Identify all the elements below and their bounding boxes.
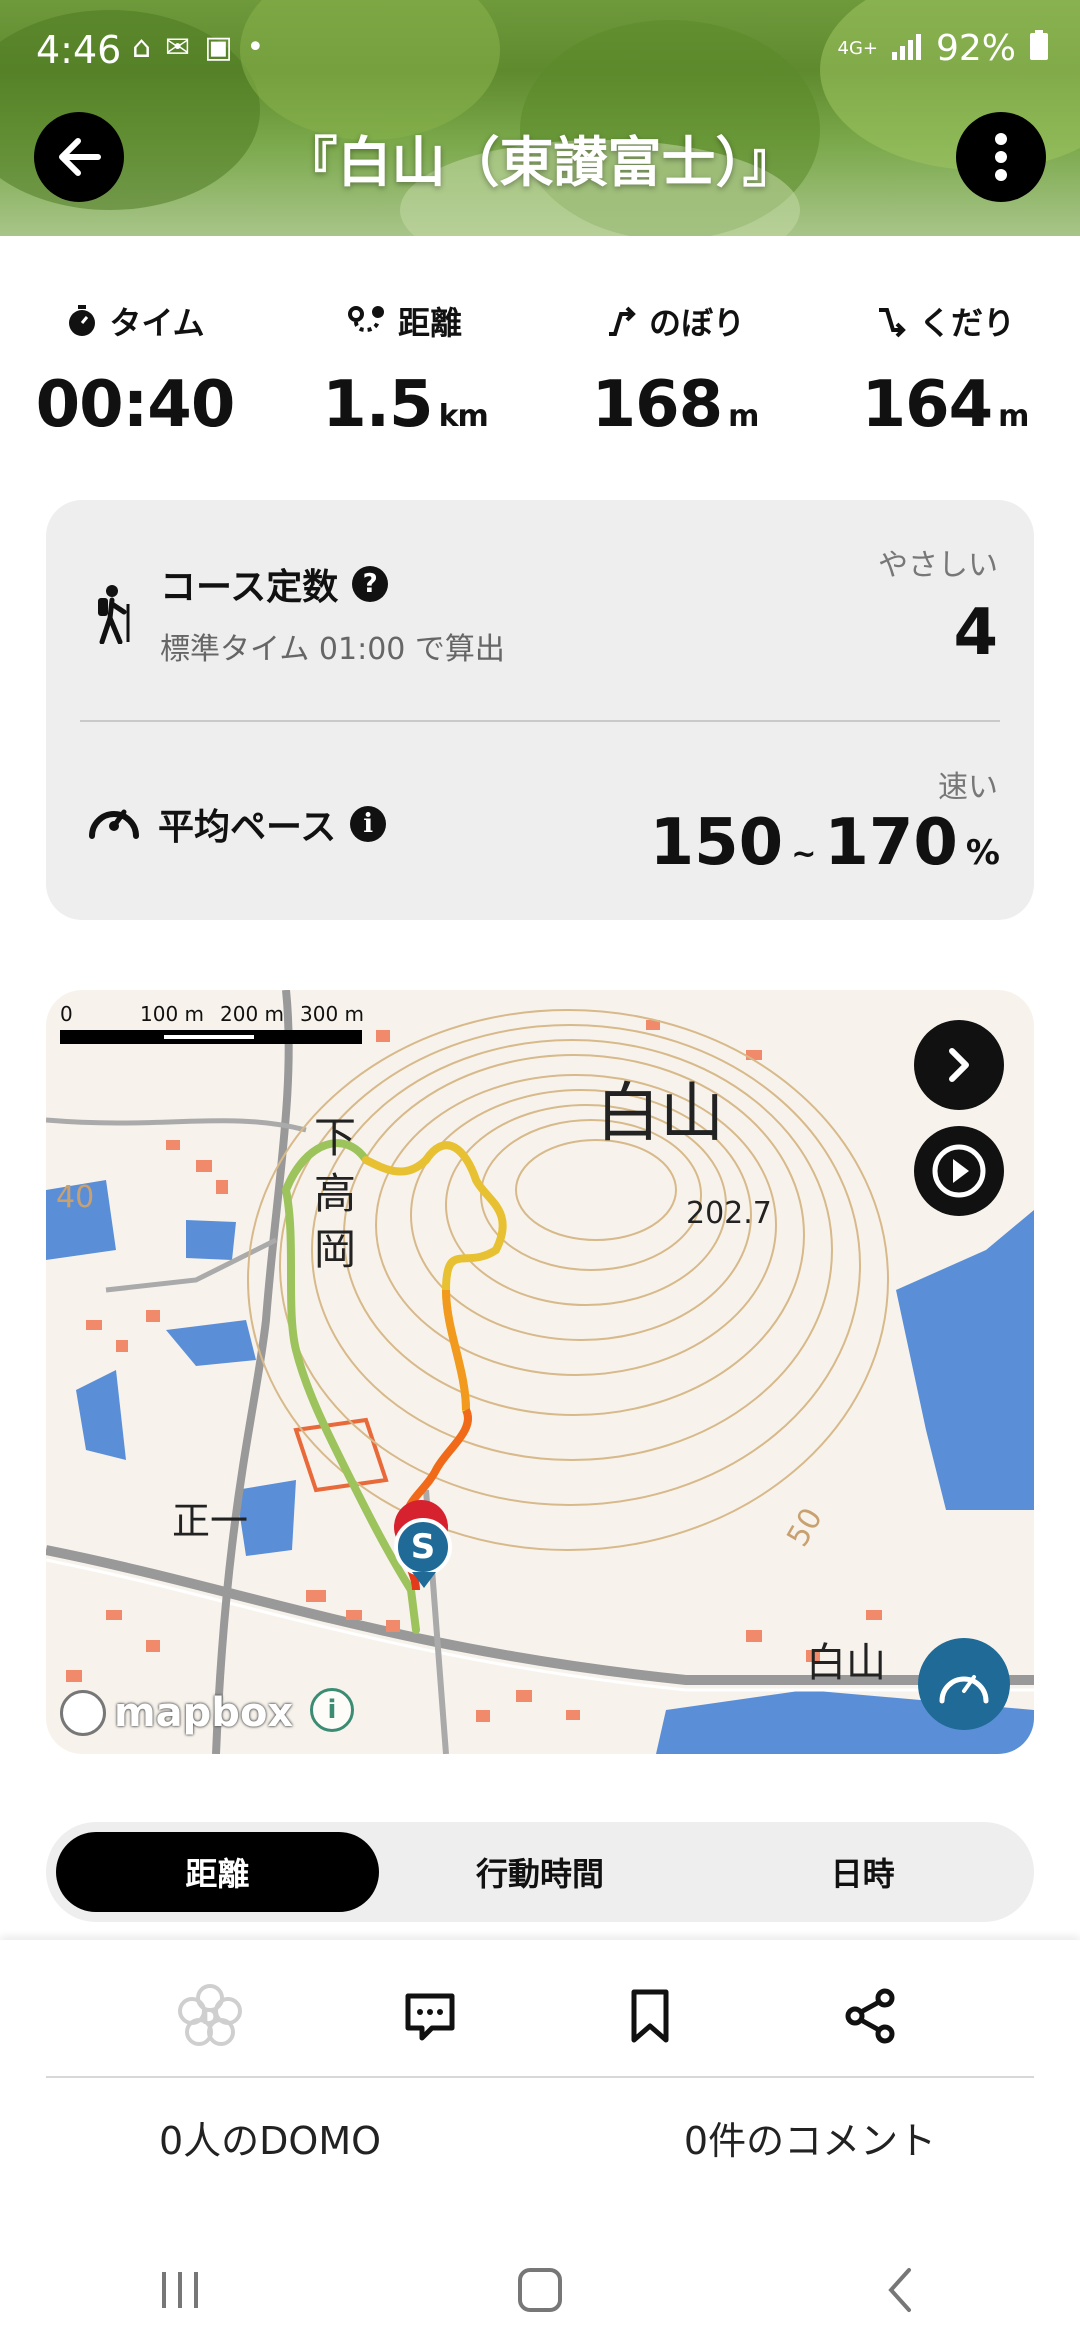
map-label-peak: 白山 [596,1077,724,1151]
dot-icon: • [246,30,265,65]
map-attribution-info-icon[interactable]: i [310,1688,354,1732]
more-vertical-icon [995,133,1007,181]
tab-moving-time[interactable]: 行動時間 [379,1832,702,1912]
map-label-village-2: 正一 [172,1499,249,1543]
system-back-button[interactable] [840,2250,960,2330]
stat-distance: 距離 1.5 km [322,304,489,442]
signal-icon [891,28,922,69]
descent-icon [878,308,906,338]
map-label-contour-40: 40 [56,1180,95,1215]
course-constant-title: コース定数 [160,567,339,608]
next-button[interactable] [914,1020,1004,1110]
difficulty-label: やさしい [878,548,998,583]
status-bar: 4:46 ⌂ ✉ ▣ • 4G+ 92% [0,0,1080,104]
system-nav-bar [0,2240,1080,2340]
bookmark-icon [631,1989,669,2043]
map-label-elevation: 202.7 [686,1196,772,1231]
share-icon [845,1988,895,2044]
stopwatch-icon [69,305,96,336]
activity-stats: タイム 00:40 距離 1.5 km のぼり 168 m くだり 164 m [0,296,1080,442]
network-type: 4G+ [837,37,878,59]
scale-bar [60,1030,362,1044]
stat-distance-value: 1.5 [322,368,433,442]
play-replay-button[interactable] [914,1126,1004,1216]
domo-flower-icon: D [178,1984,242,2046]
start-marker-tail [412,1572,436,1588]
recent-apps-icon [162,2272,198,2308]
stat-descent-value: 164 [861,368,994,442]
speedometer-icon [89,809,139,839]
chart-axis-tabs: 距離 行動時間 日時 [46,1822,1034,1922]
tab-datetime[interactable]: 日時 [701,1832,1024,1912]
help-icon[interactable]: ? [352,566,389,602]
status-time: 4:46 [36,28,122,72]
mapbox-logo: mapbox [60,1690,293,1736]
stat-time-value: 00:40 [35,368,236,442]
arrow-left-icon [59,138,101,176]
page-title: 『白山（東讃富士）』 [283,131,797,194]
chevron-left-icon [888,2268,911,2312]
bookmark-button[interactable] [610,1976,690,2056]
stat-time: タイム 00:40 [35,304,236,442]
comment-count[interactable]: 0件のコメント [540,2110,1080,2165]
action-divider [46,2076,1034,2078]
average-pace-value: 150 ~170% [649,806,1000,880]
chevron-right-icon [949,1048,969,1082]
back-button[interactable] [34,112,124,202]
domo-count[interactable]: 0人のDOMO [0,2110,540,2165]
recent-apps-button[interactable] [120,2250,240,2330]
route-map[interactable]: 0 100 m 200 m 300 m 白山 202.7 下高岡 白山 50 4… [46,990,1034,1754]
bottom-action-bar: D 0人のDOMO 0件のコメント [0,1940,1080,2240]
course-constant-value: 4 [953,596,998,670]
home-square-icon [518,2268,562,2312]
home-button[interactable] [480,2250,600,2330]
header-photo-banner: 4:46 ⌂ ✉ ▣ • 4G+ 92% 『白山（東讃富士）』 [0,0,1080,236]
pace-map-toggle-button[interactable] [918,1638,1010,1730]
stat-ascent: のぼり 168 m [591,304,760,442]
course-standard-time: 標準タイム 01:00 で算出 [160,632,505,667]
info-icon[interactable]: i [350,806,387,842]
pace-speed-label: 速い [938,770,998,805]
stat-ascent-value: 168 [591,368,724,442]
share-button[interactable] [830,1976,910,2056]
image-icon: ▣ [204,30,233,65]
play-circle-icon [932,1144,986,1198]
domo-button[interactable]: D [170,1976,250,2056]
average-pace-title: 平均ペース [158,807,337,848]
card-divider [80,720,1000,722]
comment-button[interactable] [390,1976,470,2056]
ascent-icon [608,306,636,336]
mail-icon: ✉ [165,30,191,65]
map-scale: 0 100 m 200 m 300 m [60,1002,380,1044]
hiker-icon [98,585,130,644]
map-label-village: 下高岡 [314,1113,357,1274]
battery-percent: 92% [935,28,1016,69]
speedometer-icon [939,1675,989,1704]
comment-icon [405,1993,455,2041]
start-marker[interactable]: S [394,1518,452,1576]
stat-descent: くだり 164 m [861,304,1030,442]
battery-icon [1030,28,1048,69]
route-icon [347,306,384,332]
home-icon: ⌂ [132,30,152,65]
svg-text:D: D [202,2005,219,2029]
course-pace-card: コース定数 ? 標準タイム 01:00 で算出 やさしい 4 平均ペース i 速… [46,500,1034,920]
more-options-button[interactable] [956,112,1046,202]
map-label-lower-right: 白山 [806,1640,886,1686]
tab-distance[interactable]: 距離 [56,1832,379,1912]
